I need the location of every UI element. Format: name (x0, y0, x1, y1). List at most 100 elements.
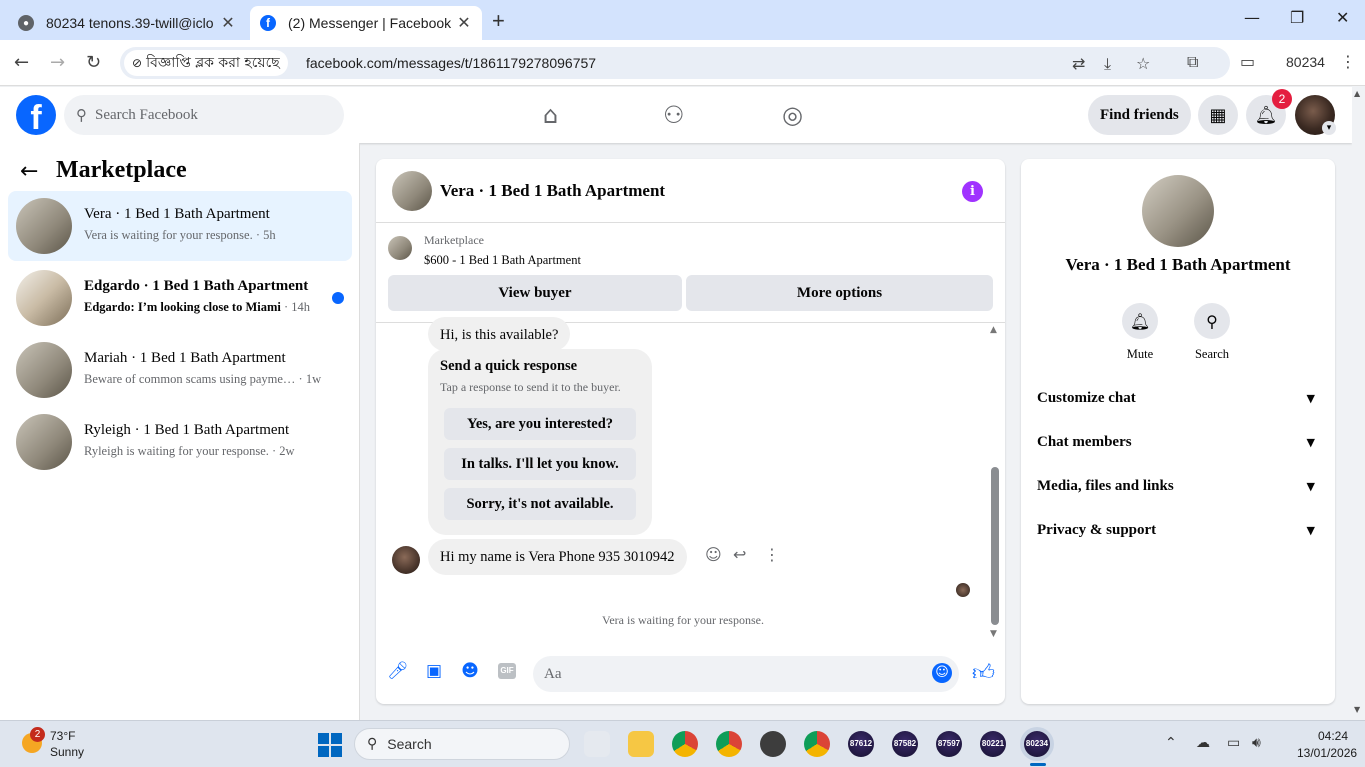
photo-icon[interactable]: ▣ (424, 661, 444, 681)
react-emoji-icon[interactable]: ☺ (705, 545, 722, 564)
menu-grid-icon[interactable]: ▦ (1198, 95, 1238, 135)
new-tab-button[interactable]: + (492, 8, 505, 34)
message-composer: 🎤︎ ▣ ☻ GIF ☺ 👍︎ (376, 641, 1005, 704)
ads-blocked-chip[interactable]: ⊘ বিজ্ঞাপ্তি ব্লক করা হয়েছে (124, 50, 288, 76)
friends-icon[interactable]: ⚇ (663, 101, 685, 129)
app-x-icon[interactable] (760, 731, 786, 757)
conversation-item-vera[interactable]: Vera · 1 Bed 1 Bath Apartment Vera is wa… (8, 191, 352, 261)
scrollbar-thumb[interactable] (991, 467, 999, 625)
chrome-alt-icon[interactable] (804, 731, 830, 757)
weather-condition[interactable]: Sunny (50, 745, 84, 759)
groups-icon[interactable]: ◎ (782, 101, 803, 129)
minimize-button[interactable]: — (1244, 8, 1260, 27)
back-arrow-icon[interactable]: ← (20, 159, 38, 184)
section-chat-members[interactable]: Chat members ▼ (1037, 422, 1319, 462)
extensions-icon[interactable]: ⧉ (1187, 52, 1198, 72)
network-icon[interactable]: ▭ (1227, 735, 1240, 751)
taskbar-search[interactable]: ⚲ Search (354, 728, 570, 760)
notification-count-badge: 2 (1272, 89, 1292, 109)
chevron-down-icon[interactable]: ▾ (1322, 121, 1336, 135)
numbered-app-icon[interactable]: 87597 (936, 731, 962, 757)
message-input[interactable] (533, 656, 959, 692)
section-media-files-links[interactable]: Media, files and links ▼ (1037, 466, 1319, 506)
microphone-icon[interactable]: 🎤︎ (387, 661, 409, 681)
listing-price-title[interactable]: $600 - 1 Bed 1 Bath Apartment (424, 253, 581, 268)
scroll-up-arrow-icon[interactable]: ▲ (1354, 89, 1360, 98)
cloud-off-icon[interactable]: ☁ (1196, 735, 1210, 751)
quick-response-option[interactable]: In talks. I'll let you know. (444, 448, 636, 480)
address-bar[interactable]: ⊘ বিজ্ঞাপ্তি ব্লক করা হয়েছে facebook.co… (120, 47, 1230, 79)
numbered-app-icon[interactable]: 87582 (892, 731, 918, 757)
quick-response-option[interactable]: Yes, are you interested? (444, 408, 636, 440)
view-buyer-button[interactable]: View buyer (388, 275, 682, 311)
gif-icon[interactable]: GIF (498, 663, 516, 679)
numbered-app-icon[interactable]: 87612 (848, 731, 874, 757)
conversation-item-mariah[interactable]: Mariah · 1 Bed 1 Bath Apartment Beware o… (8, 335, 352, 405)
chat-avatar[interactable] (392, 171, 432, 211)
quick-response-option[interactable]: Sorry, it's not available. (444, 488, 636, 520)
reload-button[interactable]: ↻ (86, 52, 101, 73)
sender-avatar[interactable] (392, 546, 420, 574)
folder-icon[interactable] (628, 731, 654, 757)
windows-start-icon[interactable] (318, 733, 342, 757)
url-text[interactable]: facebook.com/messages/t/1861179278096757 (306, 55, 596, 71)
translate-icon[interactable]: ⇄ (1072, 54, 1085, 73)
emoji-icon[interactable]: ☺ (932, 663, 952, 683)
close-tab-icon[interactable]: ✕ (220, 13, 236, 33)
close-tab-icon[interactable]: ✕ (456, 13, 472, 33)
facebook-logo-icon[interactable]: f (16, 95, 56, 135)
close-window-button[interactable]: ✕ (1336, 8, 1349, 27)
media-cast-icon[interactable]: ▭ (1240, 52, 1255, 71)
reply-icon[interactable]: ↩ (733, 545, 746, 564)
chat-title[interactable]: Vera · 1 Bed 1 Bath Apartment (440, 181, 665, 201)
find-friends-button[interactable]: Find friends (1088, 95, 1191, 135)
tab-email[interactable]: ● 80234 tenons.39-twill@iclo ✕ (8, 6, 246, 40)
more-actions-icon[interactable]: ⋮ (764, 545, 780, 564)
more-options-button[interactable]: More options (686, 275, 993, 311)
weather-temperature[interactable]: 73°F (50, 729, 75, 743)
scroll-up-arrow-icon[interactable]: ▲ (990, 325, 997, 335)
search-conversation-button[interactable]: ⚲ Search (1182, 303, 1242, 362)
page-scrollbar[interactable]: ▲ ▼ (1352, 87, 1365, 720)
facebook-search-box[interactable]: ⚲ Search Facebook (64, 95, 344, 135)
clock-date[interactable]: 13/01/2026 (1297, 746, 1357, 760)
browser-menu-icon[interactable]: ⋮ (1340, 52, 1356, 71)
maximize-button[interactable]: ❐ (1290, 8, 1304, 27)
numbered-app-icon[interactable]: 80221 (980, 731, 1006, 757)
section-customize-chat[interactable]: Customize chat ▼ (1037, 378, 1319, 418)
home-icon[interactable]: ⌂ (543, 101, 558, 129)
search-icon: ⚲ (1194, 303, 1230, 339)
sticker-icon[interactable]: ☻ (460, 661, 480, 681)
chrome-profile-icon[interactable] (716, 731, 742, 757)
clock-time[interactable]: 04:24 (1318, 729, 1348, 743)
listing-thumbnail[interactable] (388, 236, 412, 260)
thumbs-up-icon[interactable]: 👍︎ (972, 659, 995, 686)
chat-scrollbar[interactable]: ▲ ▼ (990, 325, 1000, 639)
info-icon[interactable]: i (962, 181, 983, 202)
volume-icon[interactable]: 🔊︎ (1252, 735, 1261, 751)
numbered-app-icon-active[interactable]: 80234 (1024, 731, 1050, 757)
conversation-snippet: Vera is waiting for your response. · 5h (84, 228, 276, 242)
back-button[interactable]: ← (14, 52, 29, 73)
conversation-item-edgardo[interactable]: Edgardo · 1 Bed 1 Bath Apartment Edgardo… (8, 263, 352, 333)
file-explorer-icon[interactable] (584, 731, 610, 757)
info-avatar[interactable] (1142, 175, 1214, 247)
conversation-item-ryleigh[interactable]: Ryleigh · 1 Bed 1 Bath Apartment Ryleigh… (8, 407, 352, 477)
scroll-down-arrow-icon[interactable]: ▼ (1354, 705, 1360, 714)
browser-profile-button[interactable]: 80234 (1286, 54, 1325, 70)
tray-chevron-up-icon[interactable]: ⌃ (1165, 735, 1177, 751)
forward-button[interactable]: → (50, 52, 65, 73)
conversation-name: Edgardo · 1 Bed 1 Bath Apartment (84, 278, 309, 294)
conversation-snippet: Edgardo: I’m looking close to Miami · 14… (84, 300, 311, 314)
section-privacy-support[interactable]: Privacy & support ▼ (1037, 510, 1319, 550)
mute-button[interactable]: 🔔︎ Mute (1110, 303, 1170, 362)
tab-messenger[interactable]: f (2) Messenger | Facebook ✕ (250, 6, 482, 40)
message-list[interactable]: Hi, is this available? Send a quick resp… (376, 317, 1005, 641)
install-app-icon[interactable]: ⤓ (1104, 54, 1111, 74)
conversation-name: Vera · 1 Bed 1 Bath Apartment (84, 206, 270, 222)
bookmark-star-icon[interactable]: ☆ (1136, 54, 1150, 73)
conversation-name: Ryleigh · 1 Bed 1 Bath Apartment (84, 422, 290, 438)
chrome-icon[interactable] (672, 731, 698, 757)
scroll-down-arrow-icon[interactable]: ▼ (990, 629, 997, 639)
message-bubble-incoming[interactable]: Hi my name is Vera Phone 935 3010942 (428, 539, 687, 575)
